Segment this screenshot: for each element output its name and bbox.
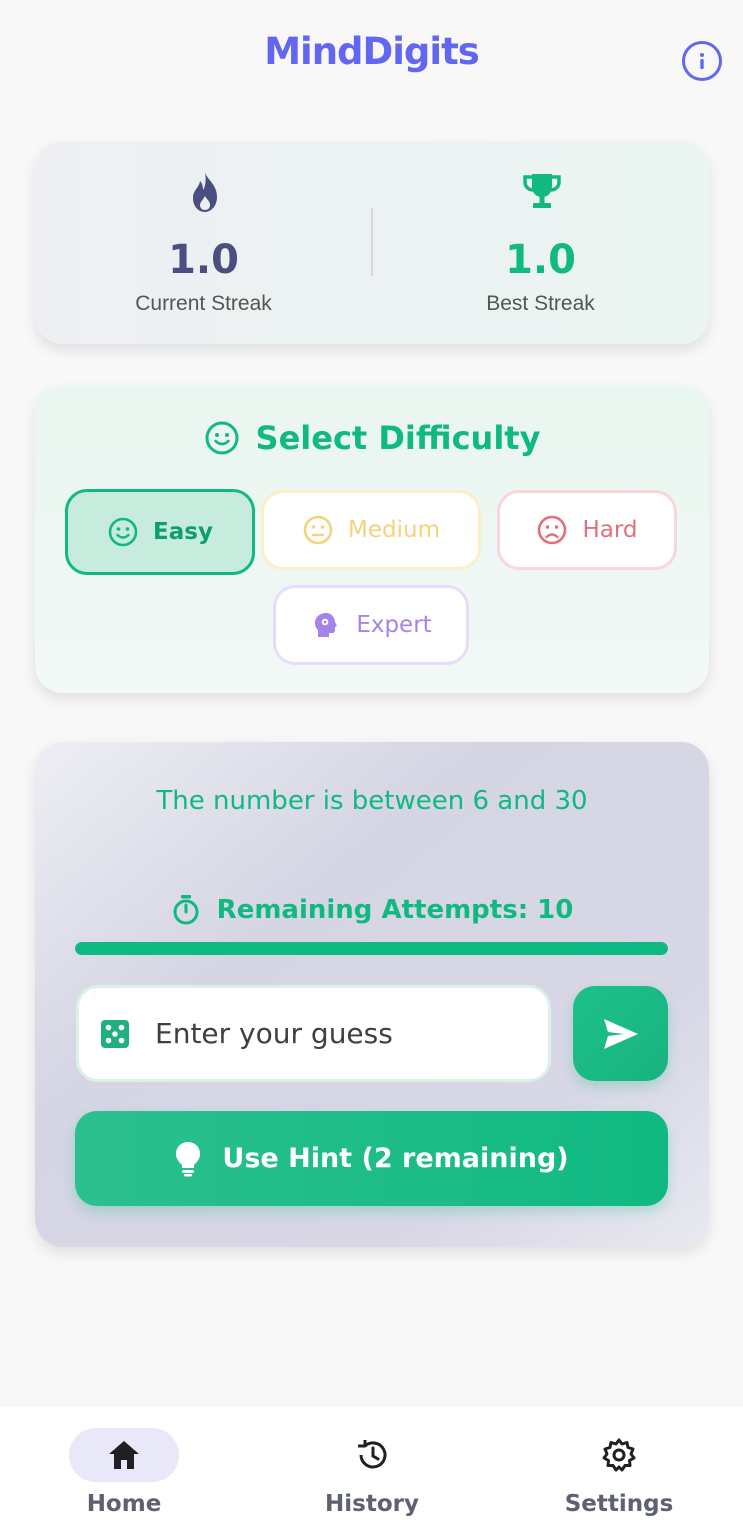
- bottom-navigation: Home History Settings: [0, 1407, 743, 1539]
- best-streak: 1.0 Best Streak: [372, 142, 709, 344]
- nav-label-settings: Settings: [564, 1491, 674, 1517]
- best-streak-value: 1.0: [505, 237, 576, 283]
- difficulty-expert-label: Expert: [356, 612, 432, 638]
- difficulty-medium-label: Medium: [348, 517, 440, 543]
- difficulty-card: Select Difficulty Easy Medium Hard Exper…: [35, 386, 709, 693]
- best-streak-label: Best Streak: [486, 292, 595, 315]
- difficulty-easy-label: Easy: [153, 519, 213, 545]
- range-hint-text: The number is between 6 and 30: [156, 786, 588, 816]
- difficulty-medium-button[interactable]: Medium: [261, 490, 481, 570]
- brain-head-icon: [315, 613, 338, 637]
- app-screen: MindDigits 1.0 Current Streak 1.0 Best S…: [0, 0, 743, 1539]
- home-icon: [109, 1441, 139, 1469]
- difficulty-hard-label: Hard: [582, 517, 638, 543]
- difficulty-expert-button[interactable]: Expert: [273, 585, 469, 665]
- current-streak: 1.0 Current Streak: [35, 142, 372, 344]
- streak-card: 1.0 Current Streak 1.0 Best Streak: [35, 142, 709, 344]
- attempts-row: Remaining Attempts: 10: [35, 890, 709, 930]
- current-streak-label: Current Streak: [135, 292, 272, 315]
- history-icon: [358, 1440, 387, 1469]
- current-streak-value: 1.0: [168, 237, 239, 283]
- lightbulb-icon: [176, 1141, 201, 1176]
- nav-label-history: History: [325, 1491, 419, 1517]
- nav-item-history[interactable]: History: [292, 1407, 452, 1539]
- flame-icon: [193, 172, 217, 212]
- smile-icon: [205, 421, 239, 455]
- nav-item-settings[interactable]: Settings: [539, 1407, 699, 1539]
- timer-icon: [173, 895, 199, 925]
- info-button[interactable]: [682, 41, 722, 81]
- difficulty-hard-button[interactable]: Hard: [497, 490, 677, 570]
- game-card: The number is between 6 and 30 Remaining…: [35, 742, 709, 1247]
- sad-face-icon: [538, 515, 567, 545]
- use-hint-button[interactable]: Use Hint (2 remaining): [75, 1111, 668, 1206]
- smile-icon: [108, 517, 138, 547]
- submit-guess-button[interactable]: [573, 986, 668, 1081]
- attempts-progress-fill: [75, 942, 668, 955]
- nav-item-home[interactable]: Home: [44, 1407, 204, 1539]
- guess-input[interactable]: [155, 1017, 515, 1050]
- trophy-icon: [523, 174, 561, 208]
- attempts-progress-bar: [75, 942, 668, 955]
- guess-input-container[interactable]: [76, 985, 551, 1082]
- remaining-attempts-label: Remaining Attempts: 10: [216, 895, 574, 925]
- dice-icon: [101, 1019, 129, 1048]
- send-icon: [603, 1018, 638, 1049]
- nav-label-home: Home: [86, 1491, 162, 1517]
- difficulty-easy-button[interactable]: Easy: [65, 489, 255, 575]
- info-icon: [700, 53, 704, 69]
- gear-icon: [602, 1438, 636, 1472]
- difficulty-header: Select Difficulty: [35, 416, 709, 460]
- use-hint-label: Use Hint (2 remaining): [222, 1143, 569, 1174]
- app-title: MindDigits: [264, 30, 480, 73]
- difficulty-title: Select Difficulty: [255, 419, 541, 457]
- neutral-face-icon: [303, 515, 333, 545]
